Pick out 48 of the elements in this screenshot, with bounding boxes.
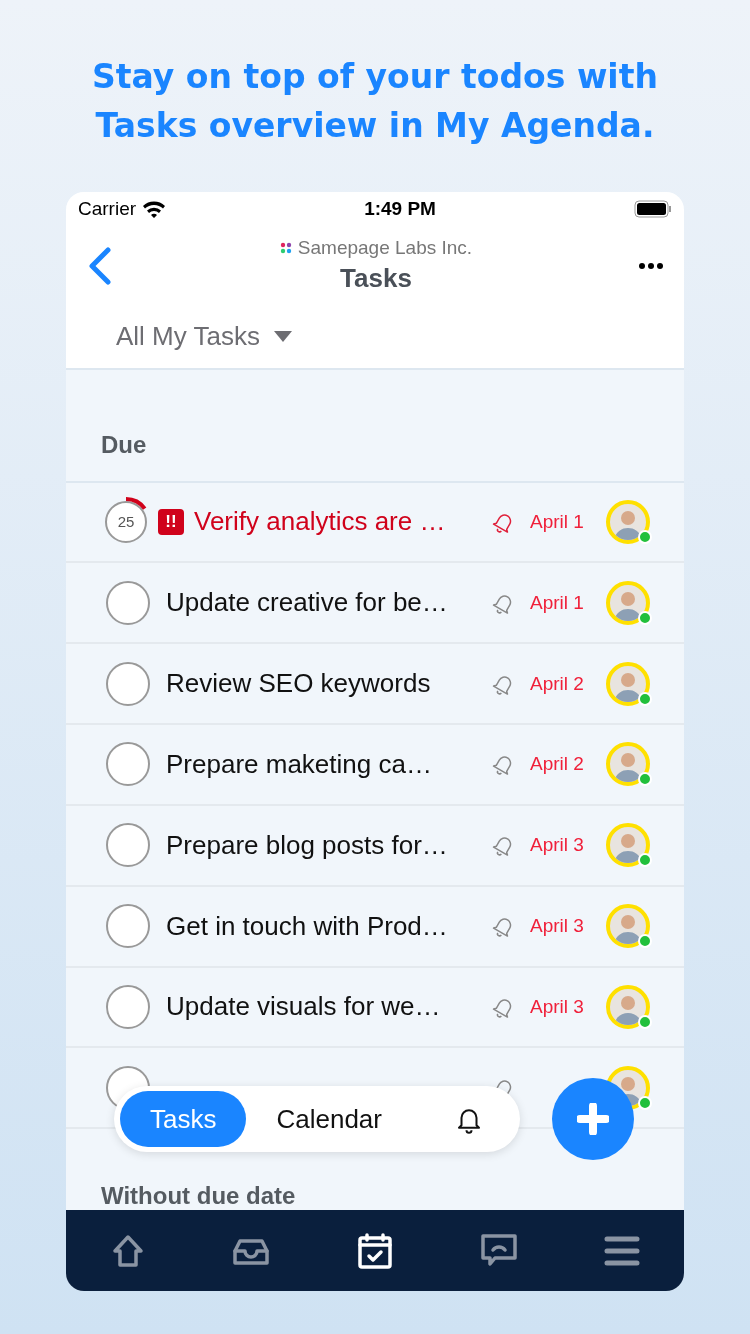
screen-title: Tasks <box>340 263 412 295</box>
priority-badge: !! <box>158 508 184 535</box>
caret-icon <box>274 330 292 343</box>
tab-bar-item[interactable] <box>355 1230 395 1271</box>
calendar-check-icon <box>355 1230 395 1271</box>
due-date: April 3 <box>530 834 585 857</box>
view-tab[interactable]: Tasks <box>120 1091 247 1147</box>
workspace-logo-icon <box>279 242 292 255</box>
section-title: Without due date <box>101 1182 296 1211</box>
task-checkbox[interactable] <box>106 661 150 706</box>
more-button[interactable] <box>638 261 664 270</box>
plus-icon <box>577 1103 609 1135</box>
avatar <box>606 823 650 868</box>
task-title: Get in touch with Prod… <box>166 910 449 942</box>
section-title: Due <box>101 430 147 459</box>
task-checkbox[interactable] <box>106 904 150 949</box>
task-title: Update visuals for we… <box>166 991 442 1023</box>
filter-dropdown[interactable]: All My Tasks <box>116 321 292 353</box>
task-checkbox[interactable] <box>106 580 150 625</box>
due-date: April 1 <box>530 510 585 533</box>
back-button[interactable] <box>86 245 114 286</box>
task-title: Review SEO keywords <box>166 668 432 700</box>
view-tab[interactable]: Calendar <box>246 1091 412 1147</box>
due-date: April 3 <box>530 915 585 938</box>
task-title: Prepare maketing ca… <box>166 748 433 780</box>
due-date: April 2 <box>530 753 585 776</box>
headline: Stay on top of your todos with Tasks overview in My Agenda. <box>91 56 659 147</box>
workspace-name: Samepage Labs Inc. <box>297 237 473 260</box>
avatar <box>606 580 650 625</box>
battery-icon <box>634 199 672 218</box>
task-checkbox[interactable] <box>106 823 150 868</box>
status-time: 1:49 PM <box>364 197 436 220</box>
task-title: Verify analytics are … <box>194 506 447 538</box>
avatar <box>606 904 650 949</box>
due-date: April 1 <box>530 591 585 614</box>
carrier: Carrier <box>78 197 137 220</box>
task-checkbox[interactable] <box>106 985 150 1029</box>
task-title: Update creative for be… <box>166 587 449 619</box>
task-title: Prepare blog posts for… <box>166 829 449 861</box>
avatar <box>606 985 650 1029</box>
due-date: April 2 <box>530 672 585 695</box>
wifi-icon <box>142 199 167 218</box>
avatar <box>606 742 650 787</box>
avatar <box>606 499 650 544</box>
avatar <box>606 661 650 706</box>
progress-count: 25 <box>117 513 135 531</box>
due-date: April 3 <box>530 996 585 1018</box>
task-checkbox[interactable] <box>106 742 150 787</box>
